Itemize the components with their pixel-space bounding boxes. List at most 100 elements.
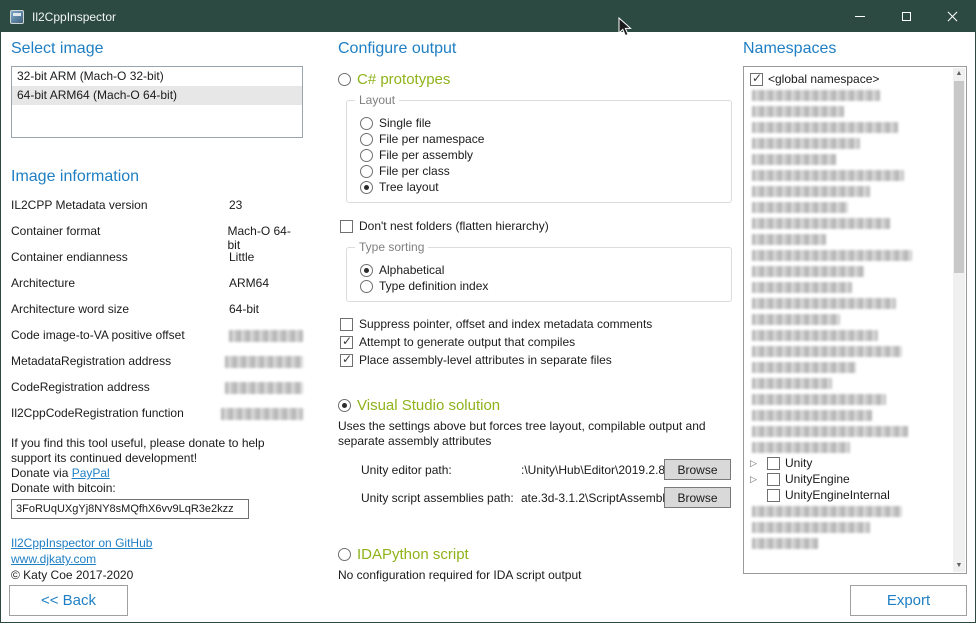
visual-studio-description: Uses the settings above but forces tree … <box>338 419 730 449</box>
checkbox-attempt[interactable]: Attempt to generate output that compiles <box>340 333 738 351</box>
info-label: Container format <box>11 224 228 238</box>
radio-idapython-script[interactable]: IDAPython script <box>338 546 738 563</box>
paypal-link[interactable]: PayPal <box>72 466 110 480</box>
radio-icon <box>360 165 373 178</box>
namespace-item[interactable]: ▷UnityEngine <box>750 471 952 487</box>
minimize-button[interactable] <box>837 1 883 32</box>
namespace-list-panel: <global namespace> ▷ Unity▷UnityEngineUnit… <box>743 66 967 574</box>
back-button[interactable]: << Back <box>9 585 128 616</box>
checkbox-suppress[interactable]: Suppress pointer, offset and index metad… <box>340 315 738 333</box>
radio-option-type-definition-index[interactable]: Type definition index <box>360 278 721 294</box>
redacted-namespace <box>752 506 902 517</box>
namespace-item <box>750 391 952 407</box>
radio-option-file-per-namespace[interactable]: File per namespace <box>360 131 721 147</box>
namespace-checkbox[interactable] <box>767 473 780 486</box>
info-row: Container endiannessLittle <box>11 250 303 276</box>
namespace-item <box>750 199 952 215</box>
info-label: Architecture word size <box>11 302 229 316</box>
radio-icon <box>360 264 373 277</box>
donation-message: If you find this tool useful, please don… <box>11 436 291 466</box>
titlebar[interactable]: Il2CppInspector <box>1 1 975 32</box>
bitcoin-address-input[interactable] <box>11 499 249 519</box>
info-row: Container formatMach-O 64-bit <box>11 224 303 250</box>
namespace-item[interactable]: <global namespace> <box>750 71 952 87</box>
maximize-button[interactable] <box>883 1 929 32</box>
image-list-item[interactable]: 64-bit ARM64 (Mach-O 64-bit) <box>12 86 302 105</box>
app-window: Il2CppInspector Select image 32-bit ARM … <box>0 0 976 623</box>
info-row: MetadataRegistration address <box>11 354 303 380</box>
namespace-item <box>750 439 952 455</box>
radio-icon <box>338 73 351 86</box>
info-label: Architecture <box>11 276 229 290</box>
namespace-scrollbar[interactable]: ▲ ▼ <box>953 68 965 572</box>
info-value <box>229 328 303 342</box>
namespace-checkbox[interactable] <box>767 489 780 502</box>
radio-icon <box>360 181 373 194</box>
radio-option-alphabetical[interactable]: Alphabetical <box>360 262 721 278</box>
redacted-namespace <box>752 250 912 261</box>
namespace-list: <global namespace> ▷ Unity▷UnityEngineUnit… <box>750 71 952 551</box>
browse-button[interactable]: Browse <box>664 487 731 508</box>
redacted-namespace <box>752 218 890 229</box>
redacted-namespace <box>752 314 840 325</box>
image-list-item[interactable]: 32-bit ARM (Mach-O 32-bit) <box>12 67 302 86</box>
radio-option-file-per-assembly[interactable]: File per assembly <box>360 147 721 163</box>
radio-option-single-file[interactable]: Single file <box>360 115 721 131</box>
checkbox-icon <box>340 318 353 331</box>
radio-icon <box>360 117 373 130</box>
namespace-item <box>750 215 952 231</box>
redacted-namespace <box>752 90 880 101</box>
export-button[interactable]: Export <box>850 585 967 616</box>
radio-option-tree-layout[interactable]: Tree layout <box>360 179 721 195</box>
radio-csharp-prototypes[interactable]: C# prototypes <box>338 71 738 88</box>
radio-option-label: Type definition index <box>379 279 488 293</box>
info-value: ARM64 <box>229 276 269 290</box>
namespace-checkbox[interactable] <box>750 73 763 86</box>
browse-button[interactable]: Browse <box>664 459 731 480</box>
website-link[interactable]: www.djkaty.com <box>11 551 303 567</box>
scrollbar-up-arrow[interactable]: ▲ <box>953 68 965 80</box>
radio-visual-studio-solution[interactable]: Visual Studio solution <box>338 397 738 414</box>
namespaces-header: Namespaces <box>743 32 967 58</box>
namespace-item <box>750 87 952 103</box>
namespace-item[interactable]: UnityEngineInternal <box>750 487 952 503</box>
namespace-item <box>750 167 952 183</box>
github-link[interactable]: Il2CppInspector on GitHub <box>11 535 303 551</box>
redacted-namespace <box>752 138 860 149</box>
scrollbar-down-arrow[interactable]: ▼ <box>953 560 965 572</box>
namespace-label: Unity <box>785 456 812 470</box>
info-value: 64-bit <box>229 302 259 316</box>
checkbox-flatten-hierarchy[interactable]: Don't nest folders (flatten hierarchy) <box>340 217 738 235</box>
radio-option-file-per-class[interactable]: File per class <box>360 163 721 179</box>
image-info-header: Image information <box>11 160 303 186</box>
namespace-item <box>750 327 952 343</box>
radio-option-label: File per assembly <box>379 148 473 162</box>
expander-icon[interactable]: ▷ <box>750 471 762 487</box>
redacted-namespace <box>752 378 832 389</box>
path-field-label: Unity editor path: <box>361 463 521 477</box>
checkbox-icon <box>340 220 353 233</box>
namespace-item <box>750 247 952 263</box>
checkbox-place[interactable]: Place assembly-level attributes in separ… <box>340 351 738 369</box>
radio-option-label: File per namespace <box>379 132 484 146</box>
info-label: Code image-to-VA positive offset <box>11 328 229 342</box>
redacted-value <box>225 382 303 394</box>
image-list[interactable]: 32-bit ARM (Mach-O 32-bit)64-bit ARM64 (… <box>11 66 303 138</box>
redacted-namespace <box>752 170 904 181</box>
redacted-namespace <box>752 298 896 309</box>
redacted-value <box>229 330 303 342</box>
namespace-checkbox[interactable] <box>767 457 780 470</box>
close-button[interactable] <box>929 1 975 32</box>
redacted-namespace <box>752 122 898 133</box>
checkbox-label: Suppress pointer, offset and index metad… <box>359 317 652 331</box>
namespace-item <box>750 359 952 375</box>
namespace-item[interactable]: ▷ Unity <box>750 455 952 471</box>
namespace-label: UnityEngineInternal <box>785 488 890 502</box>
radio-icon <box>360 149 373 162</box>
configure-panel: Configure output C# prototypes Layout Si… <box>338 32 738 622</box>
redacted-namespace <box>752 538 818 549</box>
radio-option-label: Alphabetical <box>379 263 444 277</box>
scrollbar-thumb[interactable] <box>954 81 964 273</box>
expander-icon[interactable]: ▷ <box>750 455 762 471</box>
info-value: Little <box>229 250 254 264</box>
